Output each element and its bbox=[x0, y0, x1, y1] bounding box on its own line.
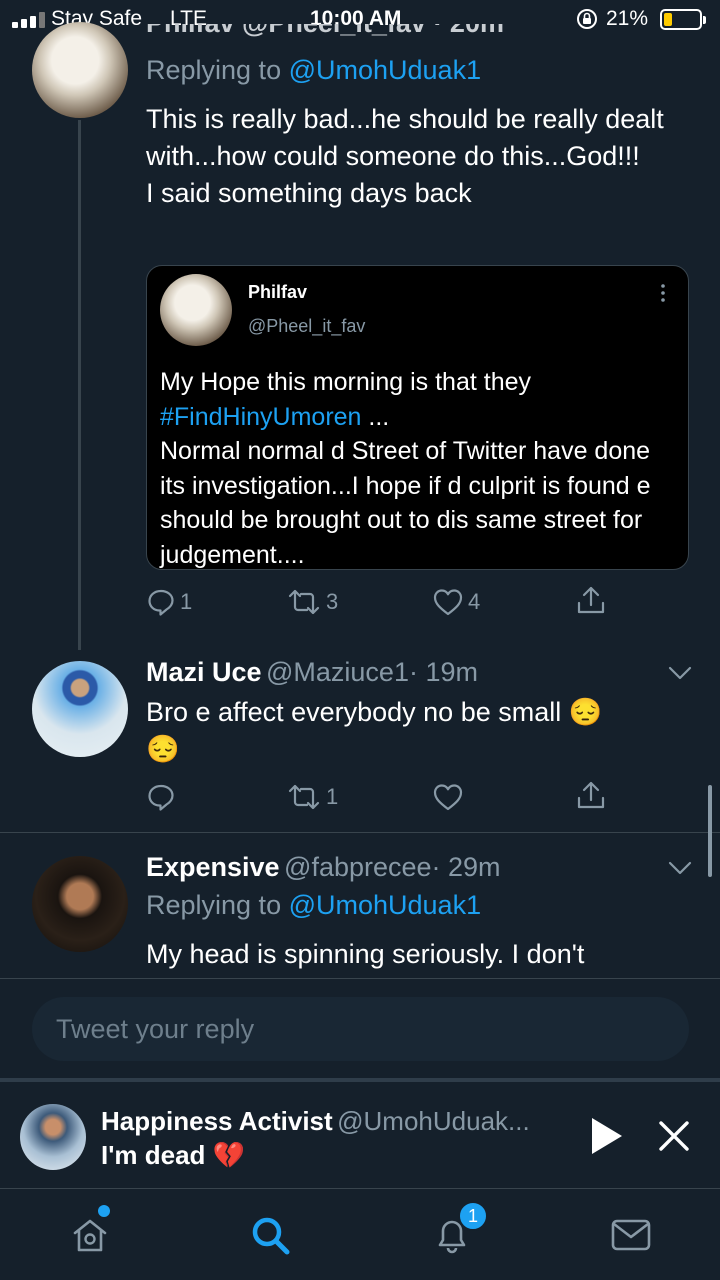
quote-handle: @Pheel_it_fav bbox=[248, 316, 366, 336]
retweet-icon bbox=[288, 784, 320, 810]
hashtag-link[interactable]: #FindHinyUmoren bbox=[160, 403, 361, 431]
like-count: 4 bbox=[468, 589, 481, 614]
signal-icon bbox=[12, 12, 46, 28]
user-handle[interactable]: @fabprecee bbox=[284, 852, 432, 882]
reply-placeholder: Tweet your reply bbox=[56, 1014, 255, 1044]
reply-icon bbox=[148, 589, 174, 616]
quoted-tweet-card[interactable]: Philfav @Pheel_it_fav My Hope this morni… bbox=[146, 265, 689, 570]
replying-handle-link[interactable]: @UmohUduak1 bbox=[289, 55, 482, 85]
share-button[interactable] bbox=[576, 780, 606, 812]
like-button[interactable] bbox=[432, 782, 468, 812]
display-name[interactable]: Expensive bbox=[146, 852, 280, 882]
like-button[interactable]: 4 bbox=[432, 587, 480, 617]
reply-composer: Tweet your reply bbox=[0, 978, 720, 1078]
reply-button[interactable] bbox=[146, 782, 180, 812]
tweet-header: Mazi Uce @Maziuce1· 19m bbox=[146, 657, 478, 688]
play-icon[interactable] bbox=[590, 1116, 624, 1161]
hashtag-suffix: ... bbox=[361, 402, 390, 431]
player-avatar bbox=[20, 1104, 86, 1170]
tab-bar: 1 bbox=[0, 1188, 720, 1280]
avatar[interactable] bbox=[32, 661, 128, 757]
tweet-header-partial: Philfav @Pheel_it_fav · 20m bbox=[146, 24, 666, 39]
retweet-icon bbox=[288, 589, 320, 615]
chevron-down-icon[interactable] bbox=[668, 860, 692, 881]
close-icon[interactable] bbox=[658, 1120, 690, 1157]
tweet-header-clipped: Philfav @Pheel_it_fav · 20m bbox=[146, 24, 666, 42]
tweet-text: My head is spinning seriously. I don't bbox=[146, 939, 585, 969]
tweet-text: This is really bad...he should be really… bbox=[146, 104, 664, 208]
quote-line1: My Hope this morning is that they bbox=[160, 368, 531, 396]
divider bbox=[0, 832, 720, 833]
replying-to: Replying to @UmohUduak1 bbox=[146, 890, 481, 921]
tweet-text: Bro e affect everybody no be small 😔 😔 bbox=[146, 694, 666, 768]
quote-text: My Hope this morning is that they #FindH… bbox=[160, 365, 680, 572]
notifications-badge: 1 bbox=[458, 1201, 488, 1231]
player-text: I'm dead 💔 bbox=[101, 1140, 246, 1170]
quote-avatar bbox=[160, 274, 232, 346]
replying-handle-link[interactable]: @UmohUduak1 bbox=[289, 890, 482, 920]
avatar[interactable] bbox=[32, 22, 128, 118]
quote-name: Philfav bbox=[248, 282, 308, 302]
reply-input[interactable]: Tweet your reply bbox=[32, 997, 689, 1061]
replying-prefix: Replying to bbox=[146, 55, 289, 85]
heart-icon bbox=[433, 784, 463, 811]
reply-icon bbox=[148, 784, 174, 811]
share-icon bbox=[577, 781, 605, 809]
avatar[interactable] bbox=[32, 856, 128, 952]
thread-line bbox=[78, 120, 81, 650]
replying-prefix: Replying to bbox=[146, 890, 289, 920]
tab-notifications[interactable]: 1 bbox=[432, 1201, 488, 1260]
reply-count: 1 bbox=[180, 589, 193, 614]
chevron-down-icon[interactable] bbox=[668, 665, 692, 686]
share-button[interactable] bbox=[576, 585, 606, 617]
scrollbar[interactable] bbox=[708, 785, 712, 877]
tweet-header: Expensive @fabprecee· 29m bbox=[146, 852, 501, 883]
retweet-count: 3 bbox=[326, 589, 339, 614]
user-handle[interactable]: @Maziuce1 bbox=[266, 657, 409, 687]
player-handle: @UmohUduak... bbox=[337, 1106, 530, 1136]
tweet-text-line1: Bro e affect everybody no be small 😔 bbox=[146, 697, 603, 727]
mini-player[interactable]: Happiness Activist @UmohUduak... I'm dea… bbox=[0, 1078, 720, 1188]
tab-messages[interactable] bbox=[611, 1217, 651, 1258]
retweet-count: 1 bbox=[326, 784, 339, 809]
player-header: Happiness Activist @UmohUduak... bbox=[101, 1106, 530, 1137]
tab-home[interactable] bbox=[70, 1205, 110, 1260]
home-dot-badge bbox=[98, 1205, 110, 1217]
retweet-button[interactable]: 1 bbox=[286, 782, 338, 812]
display-name[interactable]: Mazi Uce bbox=[146, 657, 262, 687]
reply-button[interactable]: 1 bbox=[146, 587, 192, 617]
retweet-button[interactable]: 3 bbox=[286, 587, 338, 617]
tweet-time: · 29m bbox=[431, 852, 501, 882]
tweet-text-line2: 😔 bbox=[146, 734, 180, 764]
replying-to: Replying to @UmohUduak1 bbox=[146, 55, 481, 86]
tab-search[interactable] bbox=[250, 1215, 292, 1262]
battery-icon bbox=[660, 9, 706, 30]
home-icon bbox=[73, 1219, 107, 1252]
mail-icon bbox=[611, 1219, 651, 1251]
share-icon bbox=[577, 586, 605, 614]
search-icon bbox=[252, 1217, 290, 1255]
player-name: Happiness Activist bbox=[101, 1106, 333, 1136]
quote-rest: Normal normal d Street of Twitter have d… bbox=[160, 437, 651, 569]
tweet-time: · 19m bbox=[408, 657, 478, 687]
more-options-icon[interactable] bbox=[661, 284, 665, 307]
heart-icon bbox=[433, 589, 463, 616]
